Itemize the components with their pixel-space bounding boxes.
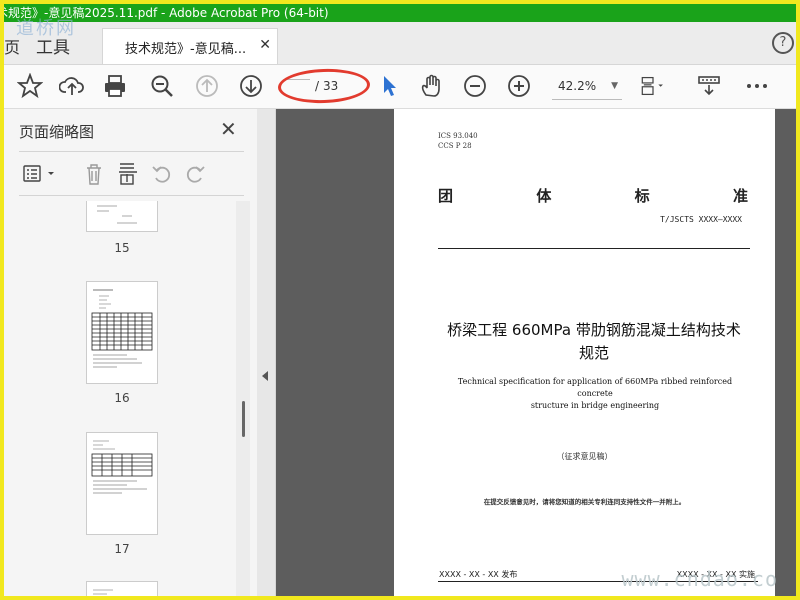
standard-char: 体 [536, 187, 552, 205]
english-title-line-1: Technical specification for application … [457, 377, 733, 398]
chinese-title-line-1: 桥梁工程 660MPa 带肋钢筋混凝土结构技术 [447, 321, 741, 339]
ics-code-block: ICS 93.040 CCS P 28 [438, 131, 478, 151]
tab-document[interactable]: 技术规范》-意见稿... ✕ [102, 28, 278, 64]
toolbar-tool-icon[interactable] [696, 73, 722, 99]
thumbnail-number-15: 15 [114, 241, 130, 255]
page-thumbnails-panel: 页面缩略图 ✕ 15 16 17 [4, 109, 258, 596]
zoom-out-icon[interactable] [462, 73, 488, 99]
page-up-icon[interactable] [194, 73, 220, 99]
standard-char: 标 [634, 187, 650, 205]
panel-splitter[interactable] [257, 109, 276, 596]
chevron-down-icon: ▼ [611, 81, 618, 91]
draft-label: （征求意见稿） [556, 452, 613, 461]
thumbnail-number-16: 16 [114, 391, 130, 405]
thumbnail-page-16[interactable] [86, 281, 158, 384]
search-icon[interactable] [149, 73, 175, 99]
watermark-bottom-right: www.cndao.co [621, 567, 778, 591]
upload-icon[interactable] [59, 73, 85, 99]
highlight-ellipse [277, 67, 371, 105]
tab-bar: 页 工具 技术规范》-意见稿... ✕ ? [4, 22, 796, 65]
panel-divider-top [19, 151, 244, 152]
document-canvas[interactable]: ICS 93.040 CCS P 28 团 体 标 准 T/JSCTS XXXX… [276, 109, 796, 596]
rotate-right-icon[interactable] [184, 164, 206, 184]
ics-code: ICS 93.040 [438, 132, 478, 140]
ccs-code: CCS P 28 [438, 142, 472, 150]
header-rule [438, 248, 750, 249]
document-tab-label: 技术规范》-意见稿... [125, 42, 247, 57]
standard-char: 团 [438, 187, 454, 205]
main-toolbar: / 33 42.2% ▼ [4, 65, 796, 109]
document-page: ICS 93.040 CCS P 28 团 体 标 准 T/JSCTS XXXX… [394, 109, 775, 596]
standard-char: 准 [732, 187, 748, 205]
close-icon[interactable]: ✕ [220, 117, 237, 141]
english-title: Technical specification for application … [448, 376, 742, 412]
star-icon[interactable] [17, 73, 43, 99]
thumbnail-tools [19, 158, 244, 190]
thumbnail-page-17[interactable] [86, 432, 158, 535]
pointer-icon[interactable] [376, 73, 402, 99]
close-icon[interactable]: ✕ [259, 37, 271, 53]
chinese-title: 桥梁工程 660MPa 带肋钢筋混凝土结构技术 规范 [434, 319, 754, 365]
thumbnail-list: 15 16 17 [18, 201, 236, 596]
zoom-dropdown[interactable]: 42.2% ▼ [552, 75, 622, 100]
thumbnail-page-15[interactable] [86, 201, 158, 232]
thumbnail-page-18[interactable] [86, 581, 158, 596]
title-bar: 术规范》-意见稿2025.11.pdf - Adobe Acrobat Pro … [4, 4, 796, 22]
chinese-title-line-2: 规范 [578, 344, 609, 362]
standard-number: T/JSCTS XXXX—XXXX [660, 215, 742, 224]
scroll-mode-icon[interactable] [640, 73, 666, 99]
thumbnail-number-17: 17 [114, 542, 130, 556]
scrollbar-handle[interactable] [242, 401, 245, 437]
app-frame: 术规范》-意见稿2025.11.pdf - Adobe Acrobat Pro … [0, 0, 800, 600]
trash-icon[interactable] [84, 162, 104, 186]
issue-date: XXXX - XX - XX 发布 [439, 570, 518, 579]
submission-note: 在提交反馈意见时，请将您知道的相关专利连同支持性文件一并附上。 [483, 498, 686, 506]
panel-title: 页面缩略图 [19, 123, 95, 141]
options-menu-icon[interactable] [23, 164, 59, 184]
panel-divider-bottom [19, 195, 244, 196]
page-down-icon[interactable] [238, 73, 264, 99]
zoom-in-icon[interactable] [506, 73, 532, 99]
rotate-left-icon[interactable] [151, 164, 173, 184]
standard-type-heading: 团 体 标 准 [438, 185, 748, 206]
watermark-top-left: 道桥网 [16, 18, 76, 39]
print-icon[interactable] [102, 73, 128, 99]
extract-page-icon[interactable] [117, 162, 139, 186]
collapse-arrow-icon[interactable] [262, 371, 268, 381]
hand-icon[interactable] [418, 73, 444, 99]
zoom-value: 42.2% [558, 79, 597, 93]
more-icon[interactable] [744, 73, 770, 99]
help-icon[interactable]: ? [772, 32, 794, 54]
english-title-line-2: structure in bridge engineering [530, 401, 660, 410]
thumbnail-scrollbar[interactable] [236, 201, 250, 596]
